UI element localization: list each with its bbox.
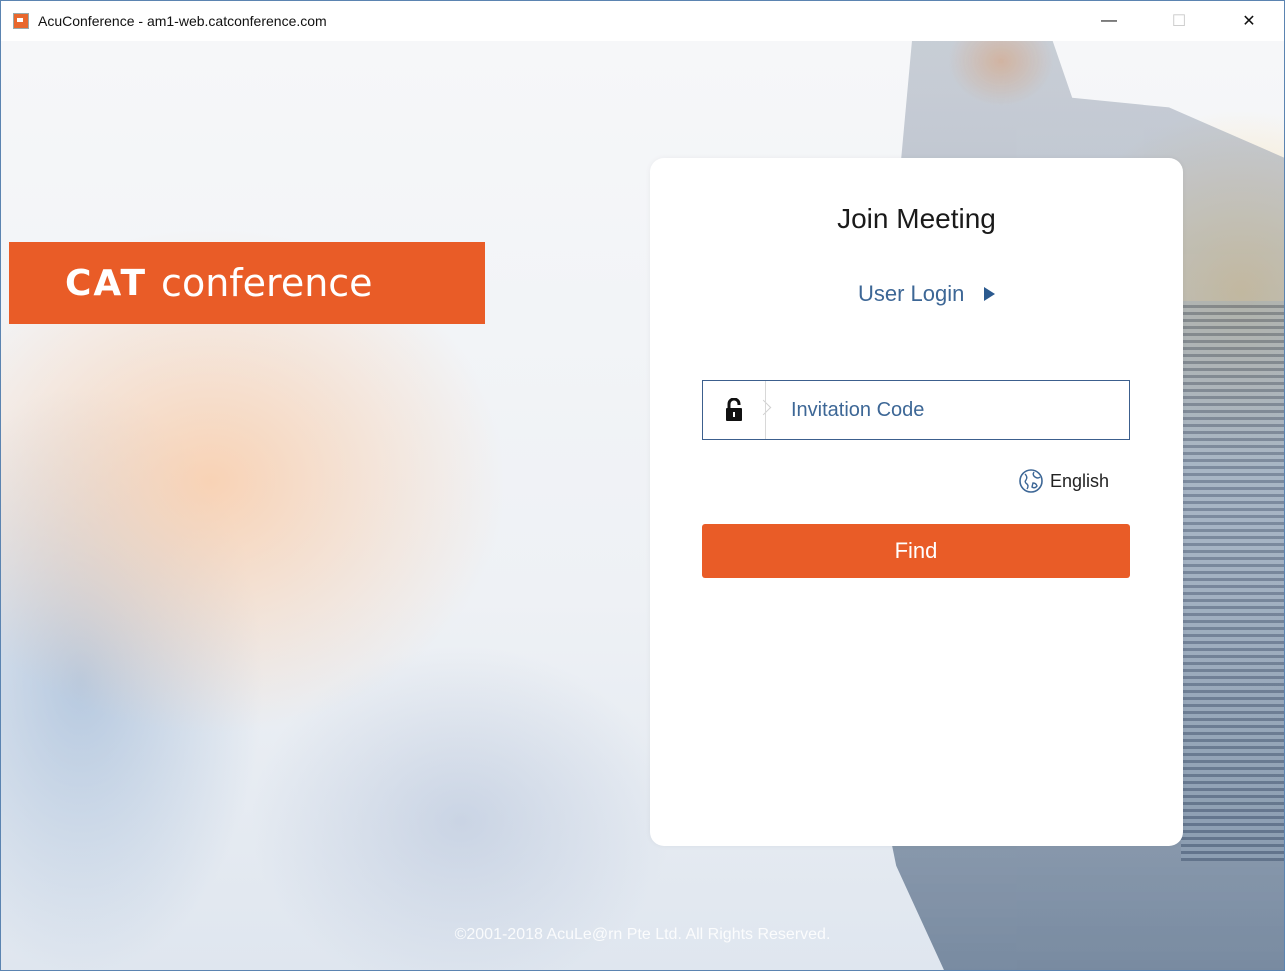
brand-logo: CAT conference (9, 242, 485, 324)
login-background: CAT conference Join Meeting User Login I… (1, 41, 1284, 970)
play-arrow-icon (984, 287, 996, 301)
field-divider (765, 381, 766, 439)
user-login-label: User Login (858, 281, 965, 306)
find-button[interactable]: Find (702, 524, 1130, 578)
copyright-footer: ©2001-2018 AcuLe@rn Pte Ltd. All Rights … (454, 926, 831, 943)
background-city-image (1181, 301, 1284, 861)
window-title: AcuConference - am1-web.catconference.co… (38, 13, 327, 29)
logo-cat-text: CAT (65, 262, 148, 304)
lock-icon (703, 381, 765, 439)
card-title: Join Meeting (837, 203, 996, 234)
logo-conference-text: conference (161, 261, 373, 305)
user-login-link[interactable]: User Login (858, 281, 996, 307)
invitation-code-field[interactable] (702, 380, 1130, 440)
app-window: AcuConference - am1-web.catconference.co… (0, 0, 1285, 971)
globe-icon (1019, 469, 1043, 493)
close-button[interactable]: ✕ (1214, 1, 1284, 41)
join-meeting-card: Join Meeting User Login Invitation Code … (650, 158, 1183, 846)
window-controls: — ☐ ✕ (1074, 1, 1284, 41)
language-label: English (1050, 470, 1110, 491)
minimize-button[interactable]: — (1074, 1, 1144, 41)
app-icon (13, 13, 29, 29)
language-selector[interactable]: English (1018, 468, 1109, 494)
invitation-code-input[interactable] (789, 397, 1113, 423)
title-bar: AcuConference - am1-web.catconference.co… (1, 1, 1284, 41)
maximize-button[interactable]: ☐ (1144, 1, 1214, 41)
